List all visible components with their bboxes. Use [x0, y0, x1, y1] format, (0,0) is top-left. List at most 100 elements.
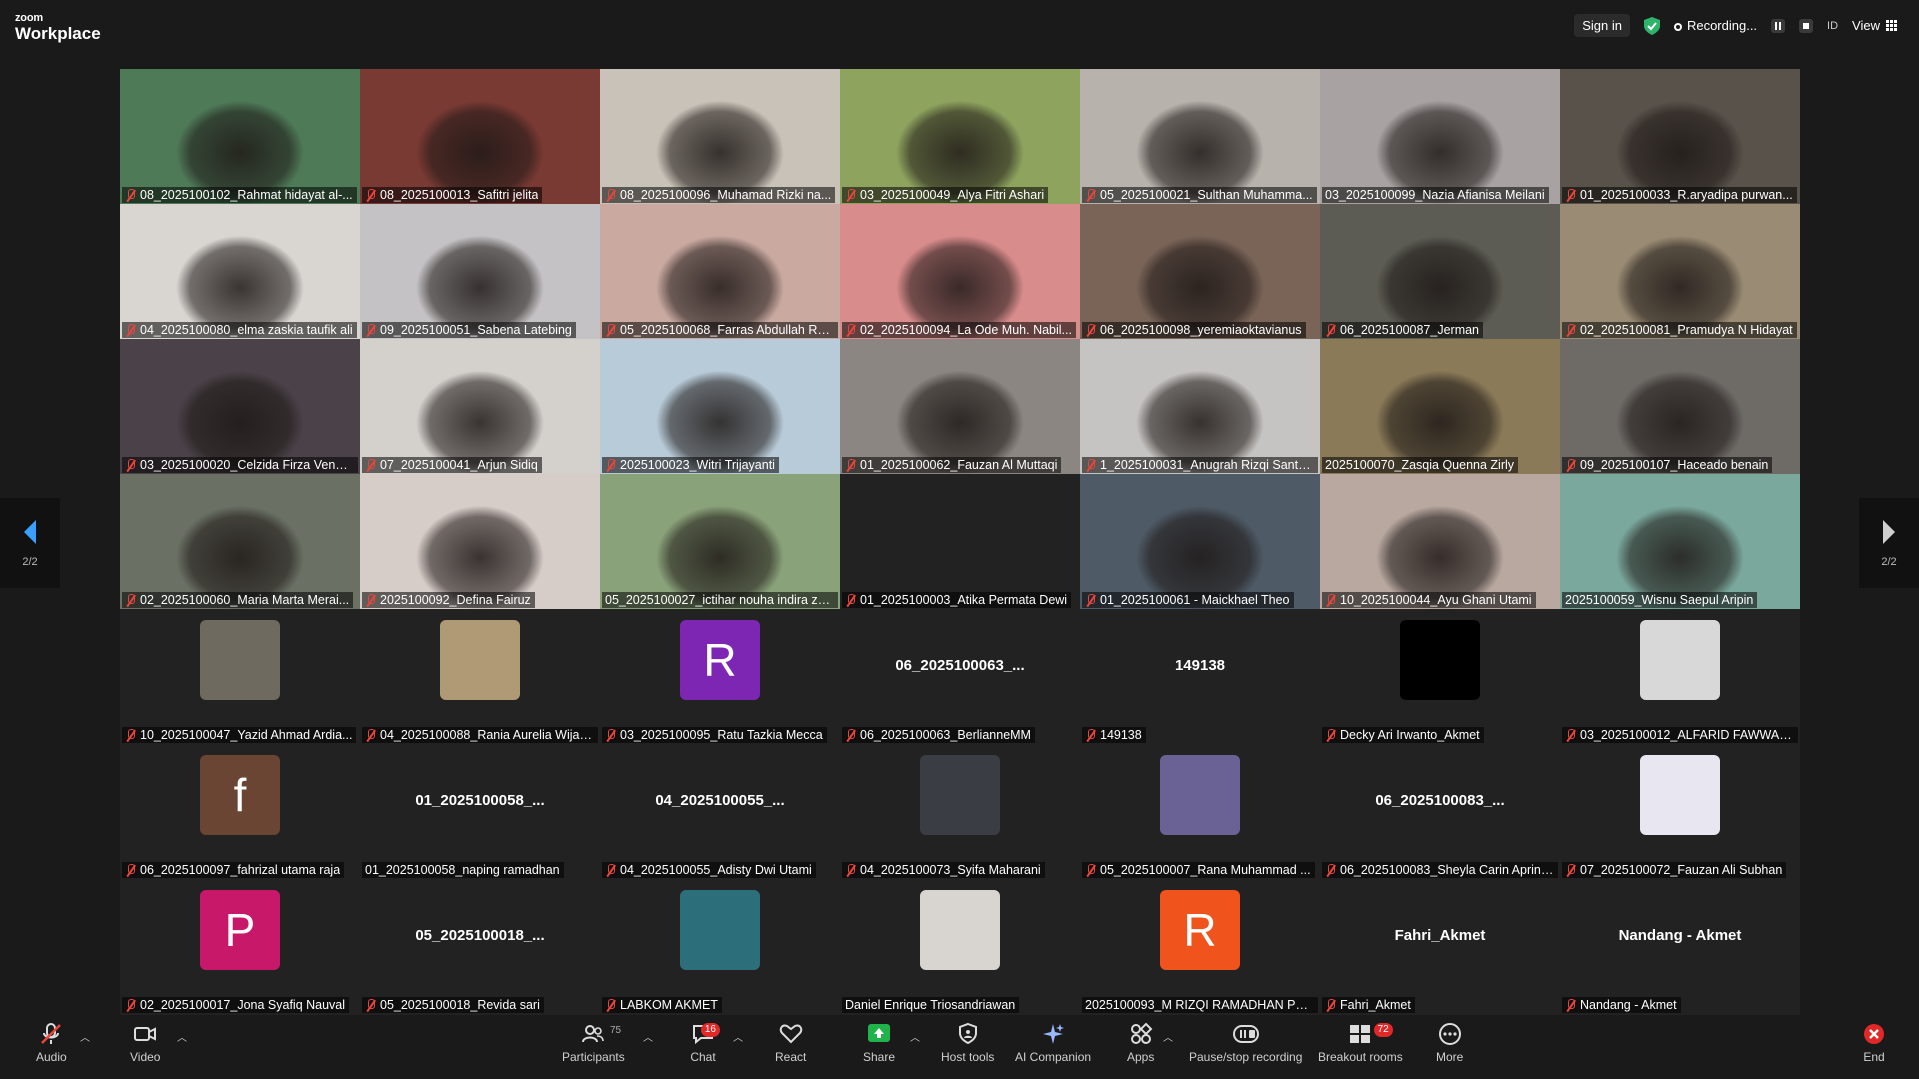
participant-tile[interactable]: 05_2025100021_Sulthan Muhamma... [1080, 69, 1320, 204]
participant-tile[interactable]: Decky Ari Irwanto_Akmet [1320, 609, 1560, 744]
participant-avatar [920, 890, 1000, 970]
participant-tile[interactable]: 02_2025100094_La Ode Muh. Nabil... [840, 204, 1080, 339]
participant-tile[interactable]: 2025100070_Zasqia Quenna Zirly [1320, 339, 1560, 474]
participant-tile[interactable]: 03_2025100012_ALFARID FAWWAZ P... [1560, 609, 1800, 744]
participant-name: 09_2025100051_Sabena Latebing [380, 323, 572, 337]
participant-video [1320, 744, 1560, 879]
react-button[interactable]: React [775, 1021, 806, 1064]
mic-muted-icon [845, 188, 856, 202]
participant-tile[interactable]: 01_2025100062_Fauzan Al Muttaqi [840, 339, 1080, 474]
participant-tile[interactable]: 06_2025100098_yeremiaoktavianus [1080, 204, 1320, 339]
apps-options-caret[interactable]: ︿ [1163, 1029, 1173, 1044]
participant-display-name: 01_2025100058_... [415, 792, 545, 809]
next-page-button[interactable]: 2/2 [1859, 498, 1919, 588]
top-bar: zoom Workplace Sign in Recording... ID V… [0, 0, 1919, 51]
participant-name: 02_2025100081_Pramudya N Hidayat [1580, 323, 1793, 337]
mic-muted-icon [1085, 188, 1096, 202]
video-options-caret[interactable]: ︿ [177, 1029, 187, 1044]
participant-tile[interactable]: 08_2025100102_Rahmat hidayat al-... [120, 69, 360, 204]
participant-tile[interactable]: 10_2025100044_Ayu Ghani Utami [1320, 474, 1560, 609]
participant-tile[interactable]: 07_2025100072_Fauzan Ali Subhan [1560, 744, 1800, 879]
participant-tile[interactable]: 04_2025100055_... 04_2025100055_Adisty Dw… [600, 744, 840, 879]
breakout-rooms-button[interactable]: Breakout rooms 72 [1318, 1021, 1403, 1064]
participant-video [1080, 609, 1320, 744]
participant-tile[interactable]: LABKOM AKMET [600, 879, 840, 1014]
participants-button[interactable]: Participants 75 [562, 1021, 625, 1064]
participant-tile[interactable]: 01_2025100033_R.aryadipa purwan... [1560, 69, 1800, 204]
participant-tile[interactable]: 03_2025100049_Alya Fitri Ashari [840, 69, 1080, 204]
participant-tile[interactable]: 2025100092_Defina Fairuz [360, 474, 600, 609]
participant-name-tag: Nandang - Akmet [1562, 997, 1681, 1013]
participant-tile[interactable]: 01_2025100061 - Maickhael Theo [1080, 474, 1320, 609]
apps-button[interactable]: Apps [1127, 1021, 1154, 1064]
participant-name: 05_2025100018_Revida sari [380, 998, 540, 1012]
participant-tile[interactable]: 01_2025100058_... 01_2025100058_naping ra… [360, 744, 600, 879]
participant-tile[interactable]: Nandang - Akmet Nandang - Akmet [1560, 879, 1800, 1014]
participant-tile[interactable]: 01_2025100003_Atika Permata Dewi [840, 474, 1080, 609]
pause-recording-icon[interactable] [1771, 18, 1786, 33]
participant-tile[interactable]: 03_2025100099_Nazia Afianisa Meilani [1320, 69, 1560, 204]
participant-tile[interactable]: R 2025100093_M RIZQI RAMADHAN PU... [1080, 879, 1320, 1014]
participant-tile[interactable]: 1_2025100031_Anugrah Rizqi Santo... [1080, 339, 1320, 474]
audio-button[interactable]: Audio [36, 1021, 67, 1064]
share-button[interactable]: Share [863, 1021, 895, 1064]
view-label: View [1852, 18, 1880, 33]
participants-options-caret[interactable]: ︿ [643, 1029, 653, 1044]
chat-options-caret[interactable]: ︿ [733, 1029, 743, 1044]
participant-tile[interactable]: 04_2025100073_Syifa Maharani [840, 744, 1080, 879]
participant-tile[interactable]: 06_2025100063_... 06_2025100063_Berlianne… [840, 609, 1080, 744]
participant-tile[interactable]: 05_2025100018_... 05_2025100018_Revida sa… [360, 879, 600, 1014]
participant-tile[interactable]: 2025100059_Wisnu Saepul Aripin [1560, 474, 1800, 609]
more-button[interactable]: More [1436, 1021, 1463, 1064]
pause-stop-recording-button[interactable]: Pause/stop recording [1189, 1021, 1302, 1064]
participant-tile[interactable]: 09_2025100107_Haceado benain [1560, 339, 1800, 474]
participant-tile[interactable]: 03_2025100020_Celzida Firza Venus... [120, 339, 360, 474]
sign-in-button[interactable]: Sign in [1574, 14, 1630, 37]
participant-tile[interactable]: 10_2025100047_Yazid Ahmad Ardia... [120, 609, 360, 744]
video-button[interactable]: Video [130, 1021, 160, 1064]
end-meeting-button[interactable]: End [1861, 1021, 1887, 1064]
participant-tile[interactable]: R 03_2025100095_Ratu Tazkia Mecca [600, 609, 840, 744]
participant-tile[interactable]: Fahri_Akmet Fahri_Akmet [1320, 879, 1560, 1014]
record-dot-icon [1673, 22, 1682, 31]
participant-tile[interactable]: 05_2025100068_Farras Abdullah Ra... [600, 204, 840, 339]
participant-tile[interactable]: 04_2025100088_Rania Aurelia Wijay... [360, 609, 600, 744]
participant-tile[interactable]: 06_2025100087_Jerman [1320, 204, 1560, 339]
stop-recording-icon[interactable] [1799, 18, 1814, 33]
participant-tile[interactable]: 05_2025100007_Rana Muhammad ... [1080, 744, 1320, 879]
participant-video [120, 69, 360, 204]
participant-video [840, 609, 1080, 744]
chat-button[interactable]: Chat 16 [690, 1021, 720, 1064]
participant-tile[interactable]: 02_2025100081_Pramudya N Hidayat [1560, 204, 1800, 339]
shield-check-icon[interactable] [1643, 16, 1660, 35]
participant-tile[interactable]: 09_2025100051_Sabena Latebing [360, 204, 600, 339]
participant-tile[interactable]: f 06_2025100097_fahrizal utama raja [120, 744, 360, 879]
language-label[interactable]: ID [1827, 20, 1838, 32]
audio-options-caret[interactable]: ︿ [80, 1029, 90, 1044]
participant-name: 2025100093_M RIZQI RAMADHAN PU... [1085, 998, 1314, 1012]
mic-muted-icon [125, 728, 136, 742]
participant-name-tag: 05_2025100007_Rana Muhammad ... [1082, 862, 1315, 878]
participant-tile[interactable]: 02_2025100060_Maria Marta Merai... [120, 474, 360, 609]
view-button[interactable]: View [1852, 18, 1897, 33]
participant-tile[interactable]: 04_2025100080_elma zaskia taufik ali [120, 204, 360, 339]
participant-name: 02_2025100017_Jona Syafiq Nauval [140, 998, 346, 1012]
participant-tile[interactable]: P 02_2025100017_Jona Syafiq Nauval [120, 879, 360, 1014]
participant-video [360, 474, 600, 609]
participant-tile[interactable]: 08_2025100013_Safitri jelita [360, 69, 600, 204]
participant-tile[interactable]: 07_2025100041_Arjun Sidiq [360, 339, 600, 474]
participant-avatar [920, 755, 1000, 835]
participant-tile[interactable]: 149138 149138 [1080, 609, 1320, 744]
share-options-caret[interactable]: ︿ [910, 1029, 920, 1044]
participant-tile[interactable]: 2025100023_Witri Trijayanti [600, 339, 840, 474]
host-tools-button[interactable]: Host tools [941, 1021, 994, 1064]
ai-companion-button[interactable]: AI Companion [1015, 1021, 1091, 1064]
prev-page-button[interactable]: 2/2 [0, 498, 60, 588]
participant-tile[interactable]: 06_2025100083_... 06_2025100083_Sheyla Ca… [1320, 744, 1560, 879]
participant-tile[interactable]: 08_2025100096_Muhamad Rizki na... [600, 69, 840, 204]
participant-display-name: 04_2025100055_... [655, 792, 785, 809]
participant-tile[interactable]: 05_2025100027_ictihar nouha indira za... [600, 474, 840, 609]
participant-tile[interactable]: Daniel Enrique Triosandriawan [840, 879, 1080, 1014]
participant-avatar [1160, 755, 1240, 835]
participant-avatar [200, 620, 280, 700]
